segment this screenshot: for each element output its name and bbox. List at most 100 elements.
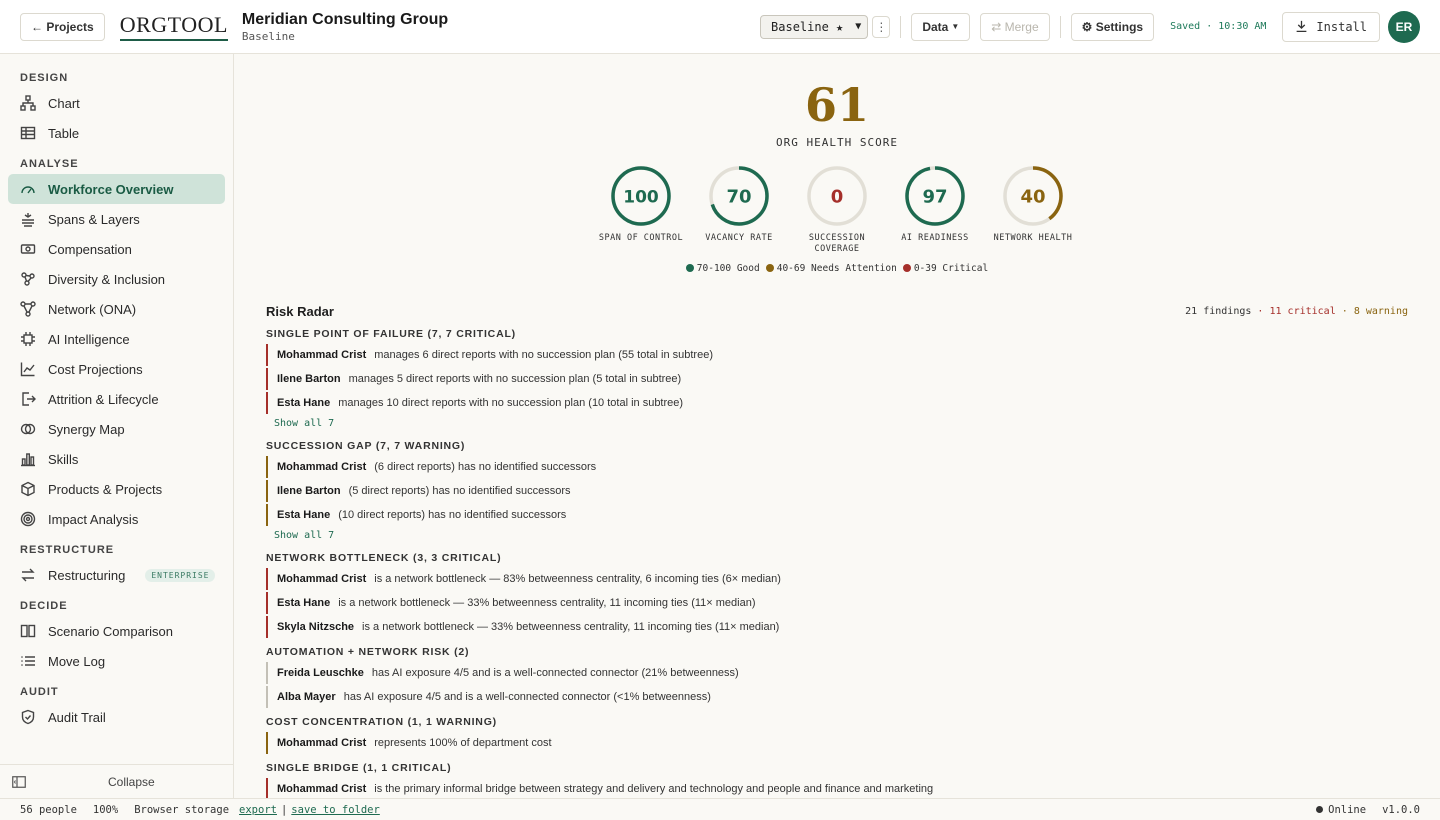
scenario-menu-icon[interactable]: ⋮ xyxy=(872,15,891,38)
overlap-circles-icon xyxy=(20,421,36,437)
scenario-subtitle: Baseline xyxy=(241,29,295,43)
legend-label: 0-39 Critical xyxy=(913,263,989,274)
metric-ring-value: 40 xyxy=(1020,187,1045,208)
risk-finding-row[interactable]: Freida Leuschke has AI exposure 4/5 and i… xyxy=(266,662,1408,684)
app-version: v1.0.0 xyxy=(1382,803,1420,816)
sidebar-item-label: Cost Projections xyxy=(48,361,143,377)
finding-person: Mohammad Crist xyxy=(277,573,367,585)
install-button[interactable]: Install xyxy=(1282,11,1380,42)
org-chart-icon xyxy=(20,95,36,111)
metric-ring-chart: 70 xyxy=(709,166,769,226)
finding-text: manages 6 direct reports with no success… xyxy=(374,349,713,361)
metric-ring-span-of-control: 100 SPAN OF CONTROL xyxy=(592,165,690,255)
sidebar-item-skills[interactable]: Skills xyxy=(0,444,225,474)
risk-finding-row[interactable]: Esta Hane manages 10 direct reports with … xyxy=(266,392,1408,414)
show-all-link[interactable]: Show all 7 xyxy=(274,530,1408,544)
sidebar-item-label: Impact Analysis xyxy=(48,511,139,527)
merge-button[interactable]: ⇄ Merge xyxy=(980,12,1050,41)
metric-ring-ai-readiness: 97 AI READINESS xyxy=(886,165,984,255)
sidebar-item-diversity-inclusion[interactable]: Diversity & Inclusion xyxy=(0,264,225,294)
save-status: Saved · 10:30 AM xyxy=(1170,21,1267,32)
sidebar-item-impact-analysis[interactable]: Impact Analysis xyxy=(0,504,225,534)
health-metric-rings: 100 SPAN OF CONTROL 70 VACANCY RATE 0 SU… xyxy=(234,165,1440,255)
settings-button[interactable]: ⚙ Settings xyxy=(1070,12,1155,41)
metric-ring-label: SUCCESSION COVERAGE xyxy=(808,233,866,254)
risk-finding-row[interactable]: Esta Hane (10 direct reports) has no iden… xyxy=(266,504,1408,526)
sidebar-item-synergy-map[interactable]: Synergy Map xyxy=(0,414,225,444)
sidebar-item-cost-projections[interactable]: Cost Projections xyxy=(0,354,225,384)
critical-count: 11 critical xyxy=(1269,305,1336,317)
sidebar-item-compensation[interactable]: Compensation xyxy=(0,234,225,264)
scenario-select-value: Baseline ★ xyxy=(771,19,844,34)
risk-finding-row[interactable]: Esta Hane is a network bottleneck — 33% b… xyxy=(266,592,1408,614)
sidebar-item-products-projects[interactable]: Products & Projects xyxy=(0,474,225,504)
sidebar-item-audit-trail[interactable]: Audit Trail xyxy=(0,702,225,732)
sidebar-item-chart[interactable]: Chart xyxy=(0,88,225,118)
project-title-block: Meridian Consulting Group Baseline xyxy=(242,11,448,43)
risk-finding-row[interactable]: Mohammad Crist is the primary informal br… xyxy=(266,778,1408,798)
risk-finding-row[interactable]: Mohammad Crist represents 100% of departm… xyxy=(266,732,1408,754)
sidebar-item-move-log[interactable]: Move Log xyxy=(0,646,225,676)
metric-ring-value: 100 xyxy=(623,188,659,208)
sidebar-item-ai-intelligence[interactable]: AI Intelligence xyxy=(0,324,225,354)
sidebar-panel-icon xyxy=(12,775,26,788)
sidebar-item-spans-layers[interactable]: Spans & Layers xyxy=(0,204,225,234)
risk-finding-row[interactable]: Ilene Barton (5 direct reports) has no id… xyxy=(266,480,1408,502)
risk-finding-row[interactable]: Mohammad Crist is a network bottleneck — … xyxy=(266,568,1408,590)
data-menu-button[interactable]: Data ▼ xyxy=(911,12,971,41)
legend-item: 0-39 Critical xyxy=(902,263,989,274)
show-all-link[interactable]: Show all 7 xyxy=(274,418,1408,432)
sidebar-item-table[interactable]: Table xyxy=(0,118,225,148)
sidebar-section-decide: DECIDE xyxy=(20,600,68,612)
collapse-label: Collapse xyxy=(108,774,155,789)
chevron-down-icon: ▼ xyxy=(855,21,862,32)
save-to-folder-link[interactable]: save to folder xyxy=(291,804,380,816)
risk-finding-row[interactable]: Alba Mayer has AI exposure 4/5 and is a w… xyxy=(266,686,1408,708)
risk-category-title: AUTOMATION + NETWORK RISK (2) xyxy=(266,646,470,658)
sidebar-item-scenario-comparison[interactable]: Scenario Comparison xyxy=(0,616,225,646)
scenario-select[interactable]: Baseline ★ ▼ xyxy=(760,14,869,39)
org-health-score: 61 ORG HEALTH SCORE xyxy=(234,82,1440,149)
metric-ring-succession-coverage: 0 SUCCESSION COVERAGE xyxy=(788,165,886,255)
score-legend: 70-100 Good 40-69 Needs Attention 0-39 Cri… xyxy=(234,263,1440,274)
finding-person: Skyla Nitzsche xyxy=(277,621,355,633)
org-health-score-value: 61 xyxy=(804,78,869,132)
user-avatar[interactable]: ER xyxy=(1388,10,1420,43)
legend-label: 40-69 Needs Attention xyxy=(776,263,897,274)
online-status: Online xyxy=(1328,803,1367,816)
sidebar-item-label: AI Intelligence xyxy=(48,331,130,347)
sidebar-item-network-ona[interactable]: Network (ONA) xyxy=(0,294,225,324)
legend-dot-icon xyxy=(902,264,911,272)
sidebar-item-workforce-overview[interactable]: Workforce Overview xyxy=(8,174,225,204)
metric-ring-value: 0 xyxy=(831,187,844,208)
finding-person: Alba Mayer xyxy=(277,691,336,703)
sidebar-item-label: Products & Projects xyxy=(48,481,163,497)
status-bar: 56 people 100% Browser storage export | … xyxy=(0,798,1440,820)
export-link[interactable]: export xyxy=(239,804,277,816)
risk-finding-row[interactable]: Skyla Nitzsche is a network bottleneck — … xyxy=(266,616,1408,638)
sidebar-item-label: Attrition & Lifecycle xyxy=(48,391,159,407)
sidebar-item-attrition-lifecycle[interactable]: Attrition & Lifecycle xyxy=(0,384,225,414)
collapse-sidebar-button[interactable]: Collapse xyxy=(0,764,233,798)
finding-text: is a network bottleneck — 83% betweennes… xyxy=(374,573,781,585)
sidebar-item-restructuring[interactable]: Restructuring ENTERPRISE xyxy=(0,560,225,590)
risk-finding-row[interactable]: Mohammad Crist manages 6 direct reports w… xyxy=(266,344,1408,366)
risk-category-title: COST CONCENTRATION (1, 1 WARNING) xyxy=(266,716,497,728)
finding-text: is a network bottleneck — 33% betweennes… xyxy=(362,621,780,633)
network-icon xyxy=(20,301,36,317)
target-icon xyxy=(20,511,36,527)
finding-person: Mohammad Crist xyxy=(277,349,367,361)
finding-text: represents 100% of department cost xyxy=(374,737,552,749)
sidebar-item-label: Diversity & Inclusion xyxy=(48,271,166,287)
risk-category-title: SUCCESSION GAP (7, 7 WARNING) xyxy=(266,440,466,452)
metric-ring-label: NETWORK HEALTH xyxy=(993,233,1073,243)
divider xyxy=(900,15,902,38)
metric-ring-value: 70 xyxy=(726,187,751,208)
header-actions: Baseline ★ ▼ ⋮ Data ▼ ⇄ Merge ⚙ Settings … xyxy=(760,10,1420,43)
finding-person: Mohammad Crist xyxy=(277,783,367,795)
sidebar-section-audit: AUDIT xyxy=(20,686,59,698)
risk-finding-row[interactable]: Mohammad Crist (6 direct reports) has no … xyxy=(266,456,1408,478)
back-to-projects-button[interactable]: ← Projects xyxy=(20,12,105,41)
install-label: Install xyxy=(1316,19,1367,34)
risk-finding-row[interactable]: Ilene Barton manages 5 direct reports wit… xyxy=(266,368,1408,390)
